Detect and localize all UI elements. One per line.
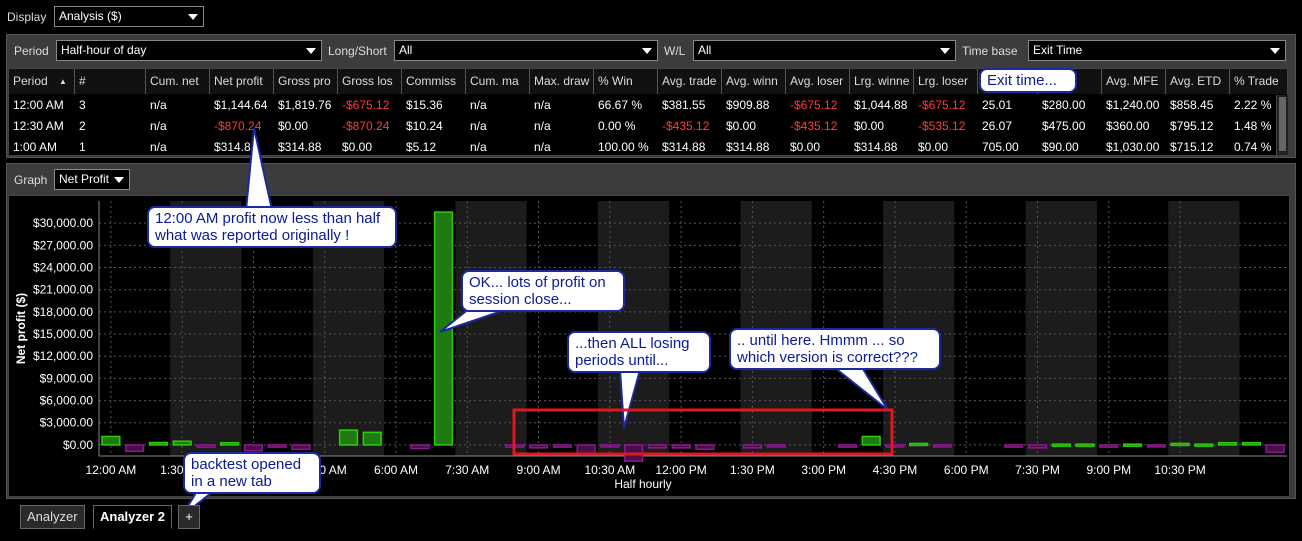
callout-exit-time: Exit time... bbox=[979, 68, 1077, 93]
callout-until-here: .. until here. Hmmm ... so which version… bbox=[729, 328, 941, 370]
highlight-rectangle bbox=[512, 408, 894, 456]
callout-3-pointer bbox=[618, 369, 642, 429]
callout-losing-periods: ...then ALL losing periods until... bbox=[567, 331, 711, 373]
callout-new-tab: backtest opened in a new tab bbox=[183, 452, 321, 494]
callout-1-pointer bbox=[244, 127, 274, 211]
callout-session-close: OK... lots of profit on session close... bbox=[461, 270, 625, 312]
tab-analyzer[interactable]: Analyzer bbox=[20, 505, 85, 529]
add-tab-button[interactable]: + bbox=[178, 505, 200, 529]
callout-12am-profit: 12:00 AM profit now less than half what … bbox=[147, 206, 397, 248]
callout-4-pointer bbox=[827, 363, 889, 411]
tab-analyzer-2[interactable]: Analyzer 2 bbox=[93, 505, 173, 529]
